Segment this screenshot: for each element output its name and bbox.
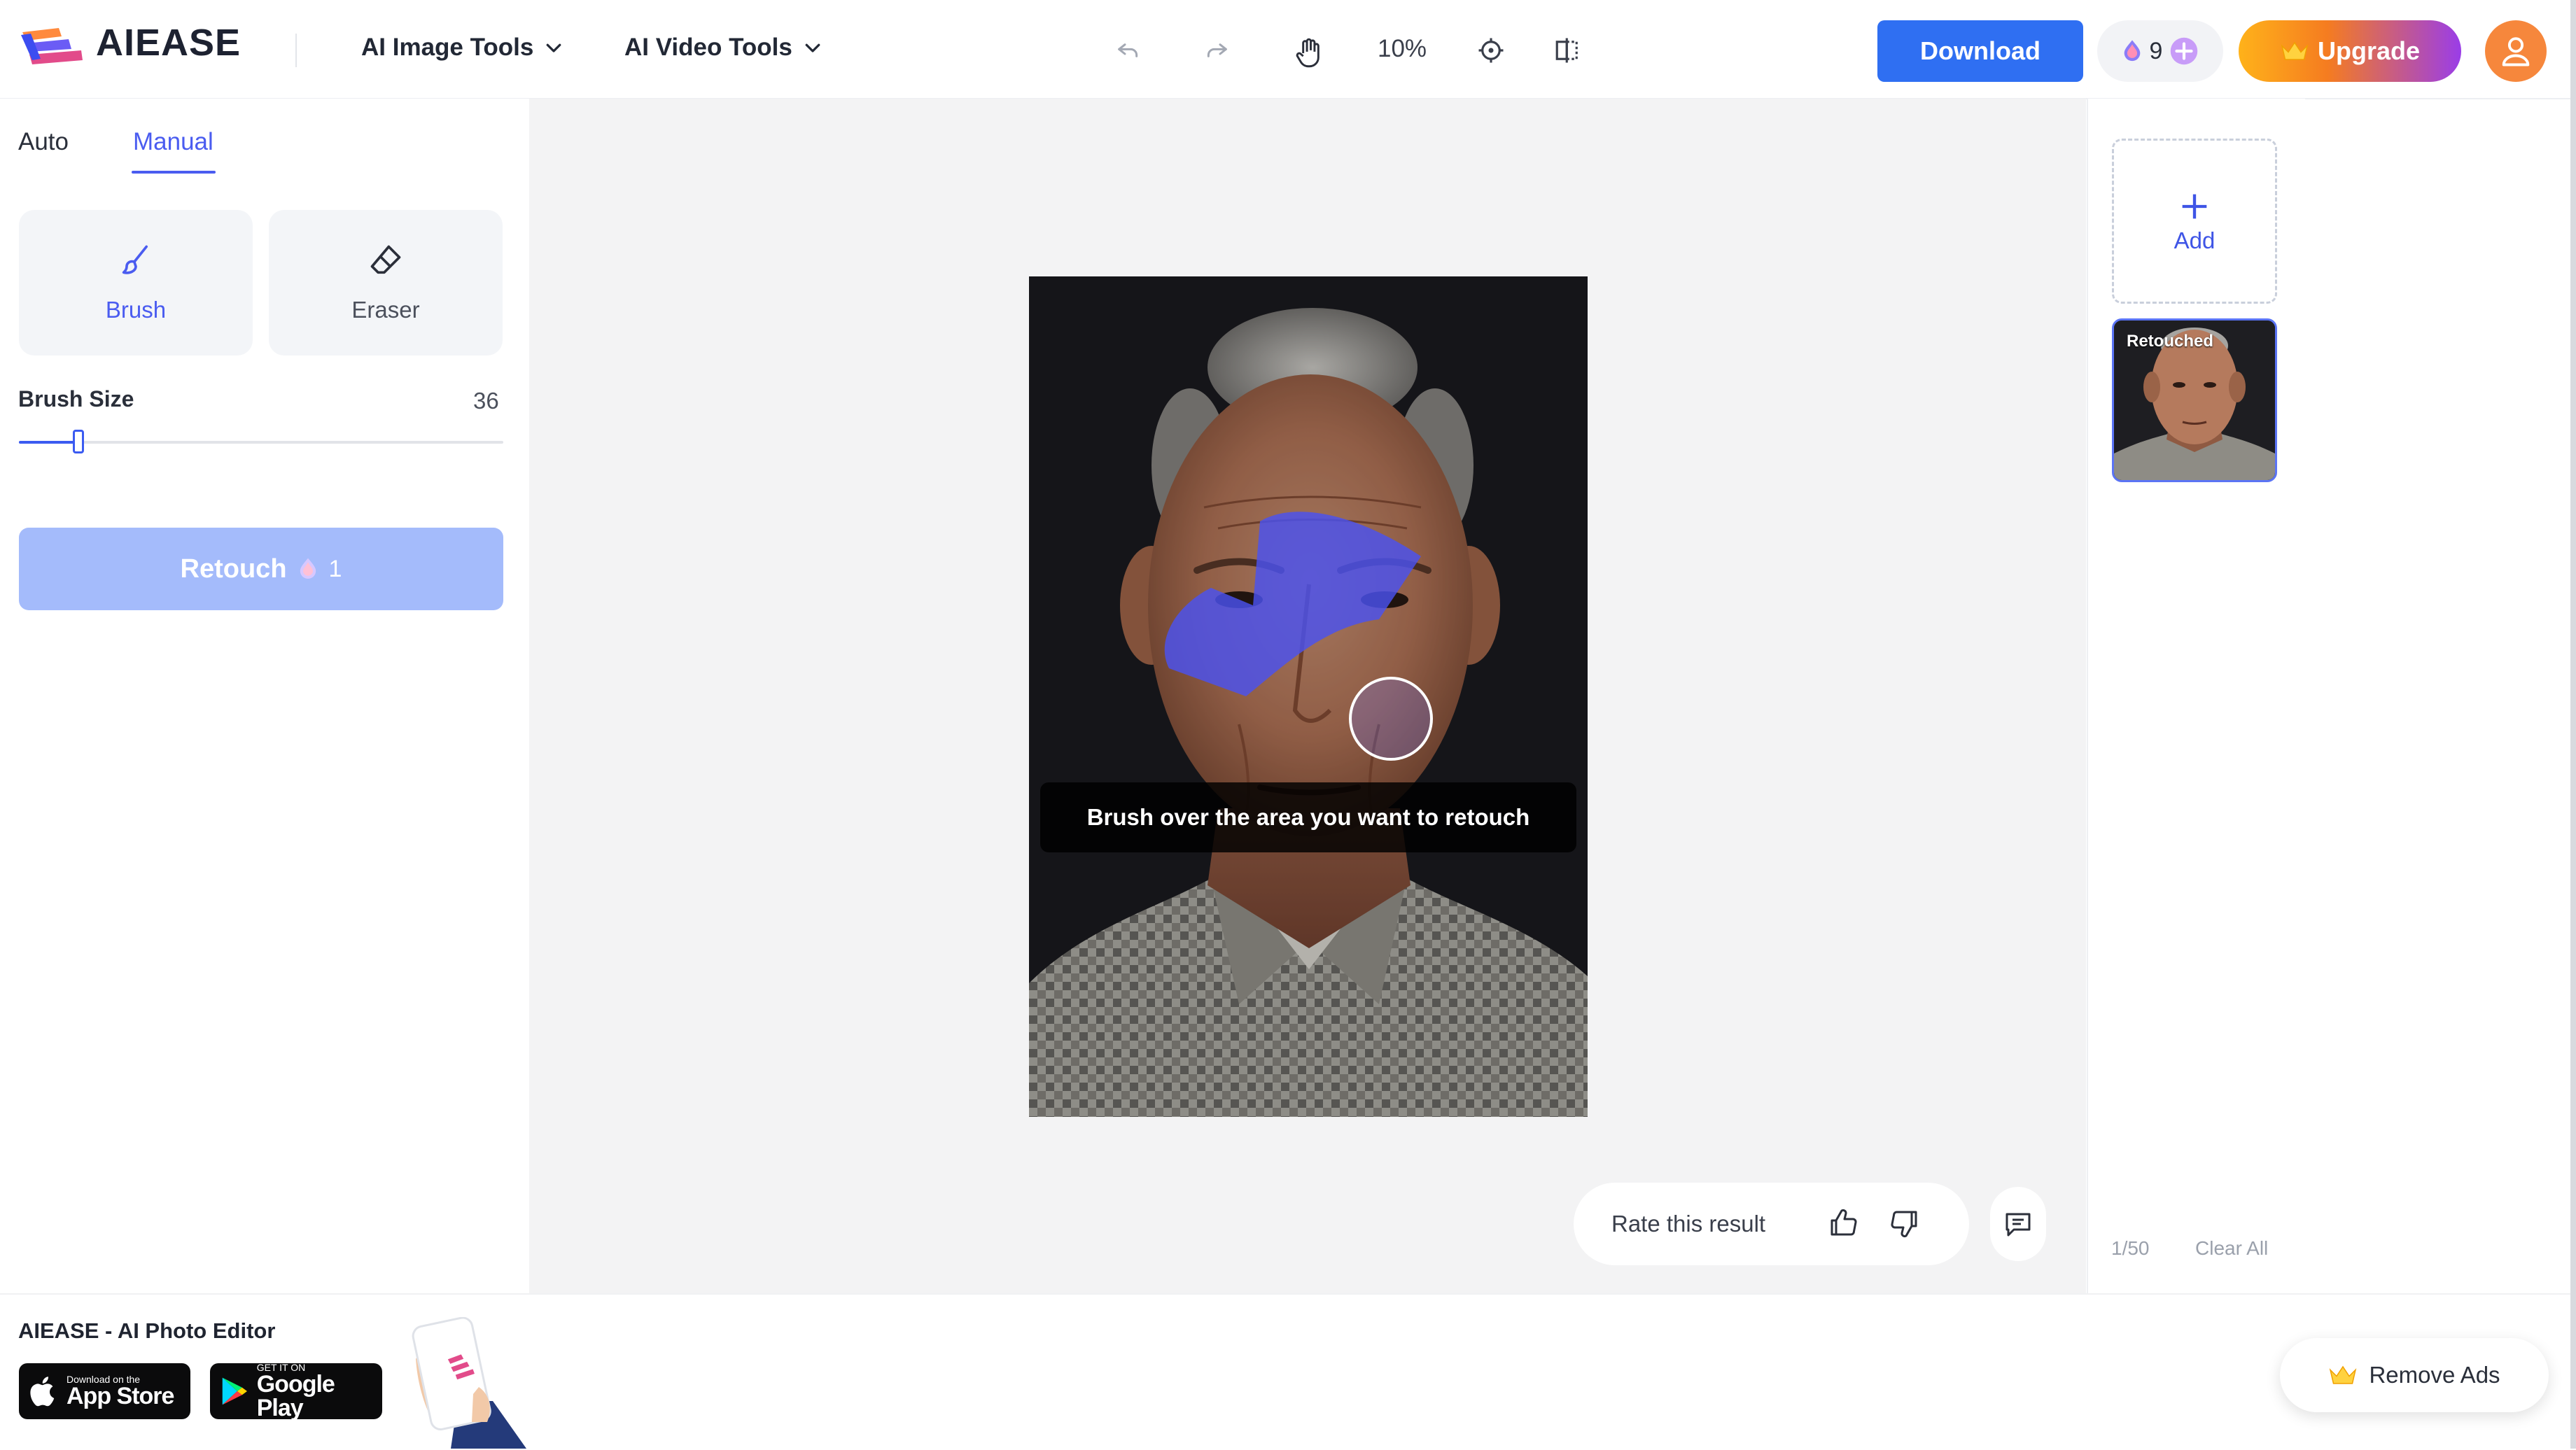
brush-label: Brush — [105, 297, 167, 323]
upgrade-label: Upgrade — [2317, 36, 2421, 65]
google-play-big: Google Play — [256, 1371, 335, 1421]
brush-size-value: 36 — [473, 388, 499, 414]
undo-button[interactable] — [1110, 32, 1147, 69]
hand-icon — [1296, 38, 1320, 68]
gem-icon — [2124, 40, 2140, 62]
thumbs-down-icon — [1891, 1211, 1917, 1238]
tab-manual[interactable]: Manual — [133, 128, 214, 156]
brush-hint-tooltip: Brush over the area you want to retouch — [1040, 782, 1576, 852]
brush-icon — [122, 245, 148, 274]
app-promo-title: AIEASE - AI Photo Editor — [18, 1318, 276, 1343]
retouch-button[interactable]: Retouch 1 — [19, 528, 503, 610]
nav-ai-image-tools[interactable]: AI Image Tools — [361, 34, 564, 62]
comment-icon — [2005, 1213, 2031, 1237]
logo-text[interactable]: AIEASE — [96, 21, 241, 64]
phone-in-hand-illustration — [412, 1317, 526, 1449]
redo-icon — [1207, 43, 1227, 57]
redo-button[interactable] — [1198, 32, 1235, 69]
google-play-text: GET IT ON Google Play — [257, 1363, 371, 1420]
brush-size-slider-thumb[interactable] — [73, 430, 84, 453]
crown-icon — [2330, 1365, 2357, 1384]
plus-icon — [2182, 194, 2207, 219]
retouch-label: Retouch — [180, 554, 287, 584]
compare-button[interactable] — [1550, 32, 1586, 69]
feedback-button[interactable] — [1990, 1187, 2046, 1261]
active-tab-underline — [132, 171, 216, 174]
nav-label: AI Image Tools — [361, 34, 534, 61]
history-count: 1/50 — [2111, 1237, 2150, 1259]
remove-ads-label: Remove Ads — [2369, 1362, 2500, 1388]
crown-icon — [2281, 41, 2309, 60]
brush-size-slider[interactable] — [19, 441, 503, 444]
thumbs-down-button[interactable] — [1886, 1204, 1924, 1242]
credits-count: 9 — [2149, 37, 2163, 64]
window-edge — [2570, 0, 2576, 1449]
google-play-icon — [222, 1377, 247, 1405]
gem-icon — [300, 558, 316, 579]
brush-tool-button[interactable]: Brush — [19, 210, 253, 356]
thumbs-up-button[interactable] — [1824, 1204, 1862, 1242]
app-store-big: App Store — [66, 1383, 174, 1409]
remove-ads-button[interactable]: Remove Ads — [2280, 1338, 2549, 1412]
retouched-badge: Retouched — [2127, 332, 2214, 351]
fit-center-button[interactable] — [1473, 32, 1509, 69]
add-label: Add — [2174, 227, 2216, 253]
app-store-badge[interactable]: Download on the App Store — [19, 1363, 190, 1419]
crosshair-icon — [1478, 38, 1504, 63]
tab-auto[interactable]: Auto — [18, 128, 69, 156]
portrait-image — [1029, 276, 1588, 1117]
undo-icon — [1118, 43, 1138, 57]
brush-size-slider-fill — [19, 441, 80, 444]
eraser-label: Eraser — [351, 297, 420, 323]
header-divider — [295, 34, 297, 67]
eraser-icon — [370, 245, 401, 274]
user-avatar[interactable] — [2485, 20, 2547, 82]
user-icon — [2502, 37, 2530, 66]
pan-hand-button[interactable] — [1291, 35, 1327, 71]
clear-all-button[interactable]: Clear All — [2195, 1237, 2268, 1260]
thumbs-up-icon — [1830, 1209, 1857, 1236]
zoom-level[interactable]: 10% — [1378, 35, 1427, 63]
compare-icon — [1555, 38, 1578, 63]
credits-pill[interactable]: 9 — [2097, 20, 2223, 82]
nav-ai-video-tools[interactable]: AI Video Tools — [624, 34, 823, 62]
upgrade-button[interactable]: Upgrade — [2239, 20, 2461, 82]
aiease-logo-icon[interactable] — [20, 27, 84, 69]
add-image-button[interactable]: Add — [2112, 139, 2277, 304]
chevron-down-icon — [546, 43, 561, 52]
app-promo-bar — [0, 1293, 2576, 1450]
rate-result-label: Rate this result — [1611, 1211, 1766, 1237]
app-store-text: Download on the App Store — [66, 1374, 174, 1408]
nav-label: AI Video Tools — [624, 34, 792, 61]
google-play-badge[interactable]: GET IT ON Google Play — [210, 1363, 382, 1420]
brush-size-label: Brush Size — [18, 386, 134, 411]
chevron-down-icon — [805, 43, 820, 52]
apple-icon — [30, 1377, 55, 1407]
add-credits-icon — [2171, 37, 2198, 65]
retouch-cost: 1 — [328, 555, 342, 582]
portrait-photo[interactable] — [1029, 276, 1588, 1117]
eraser-tool-button[interactable]: Eraser — [269, 210, 503, 356]
download-button[interactable]: Download — [1877, 20, 2083, 82]
